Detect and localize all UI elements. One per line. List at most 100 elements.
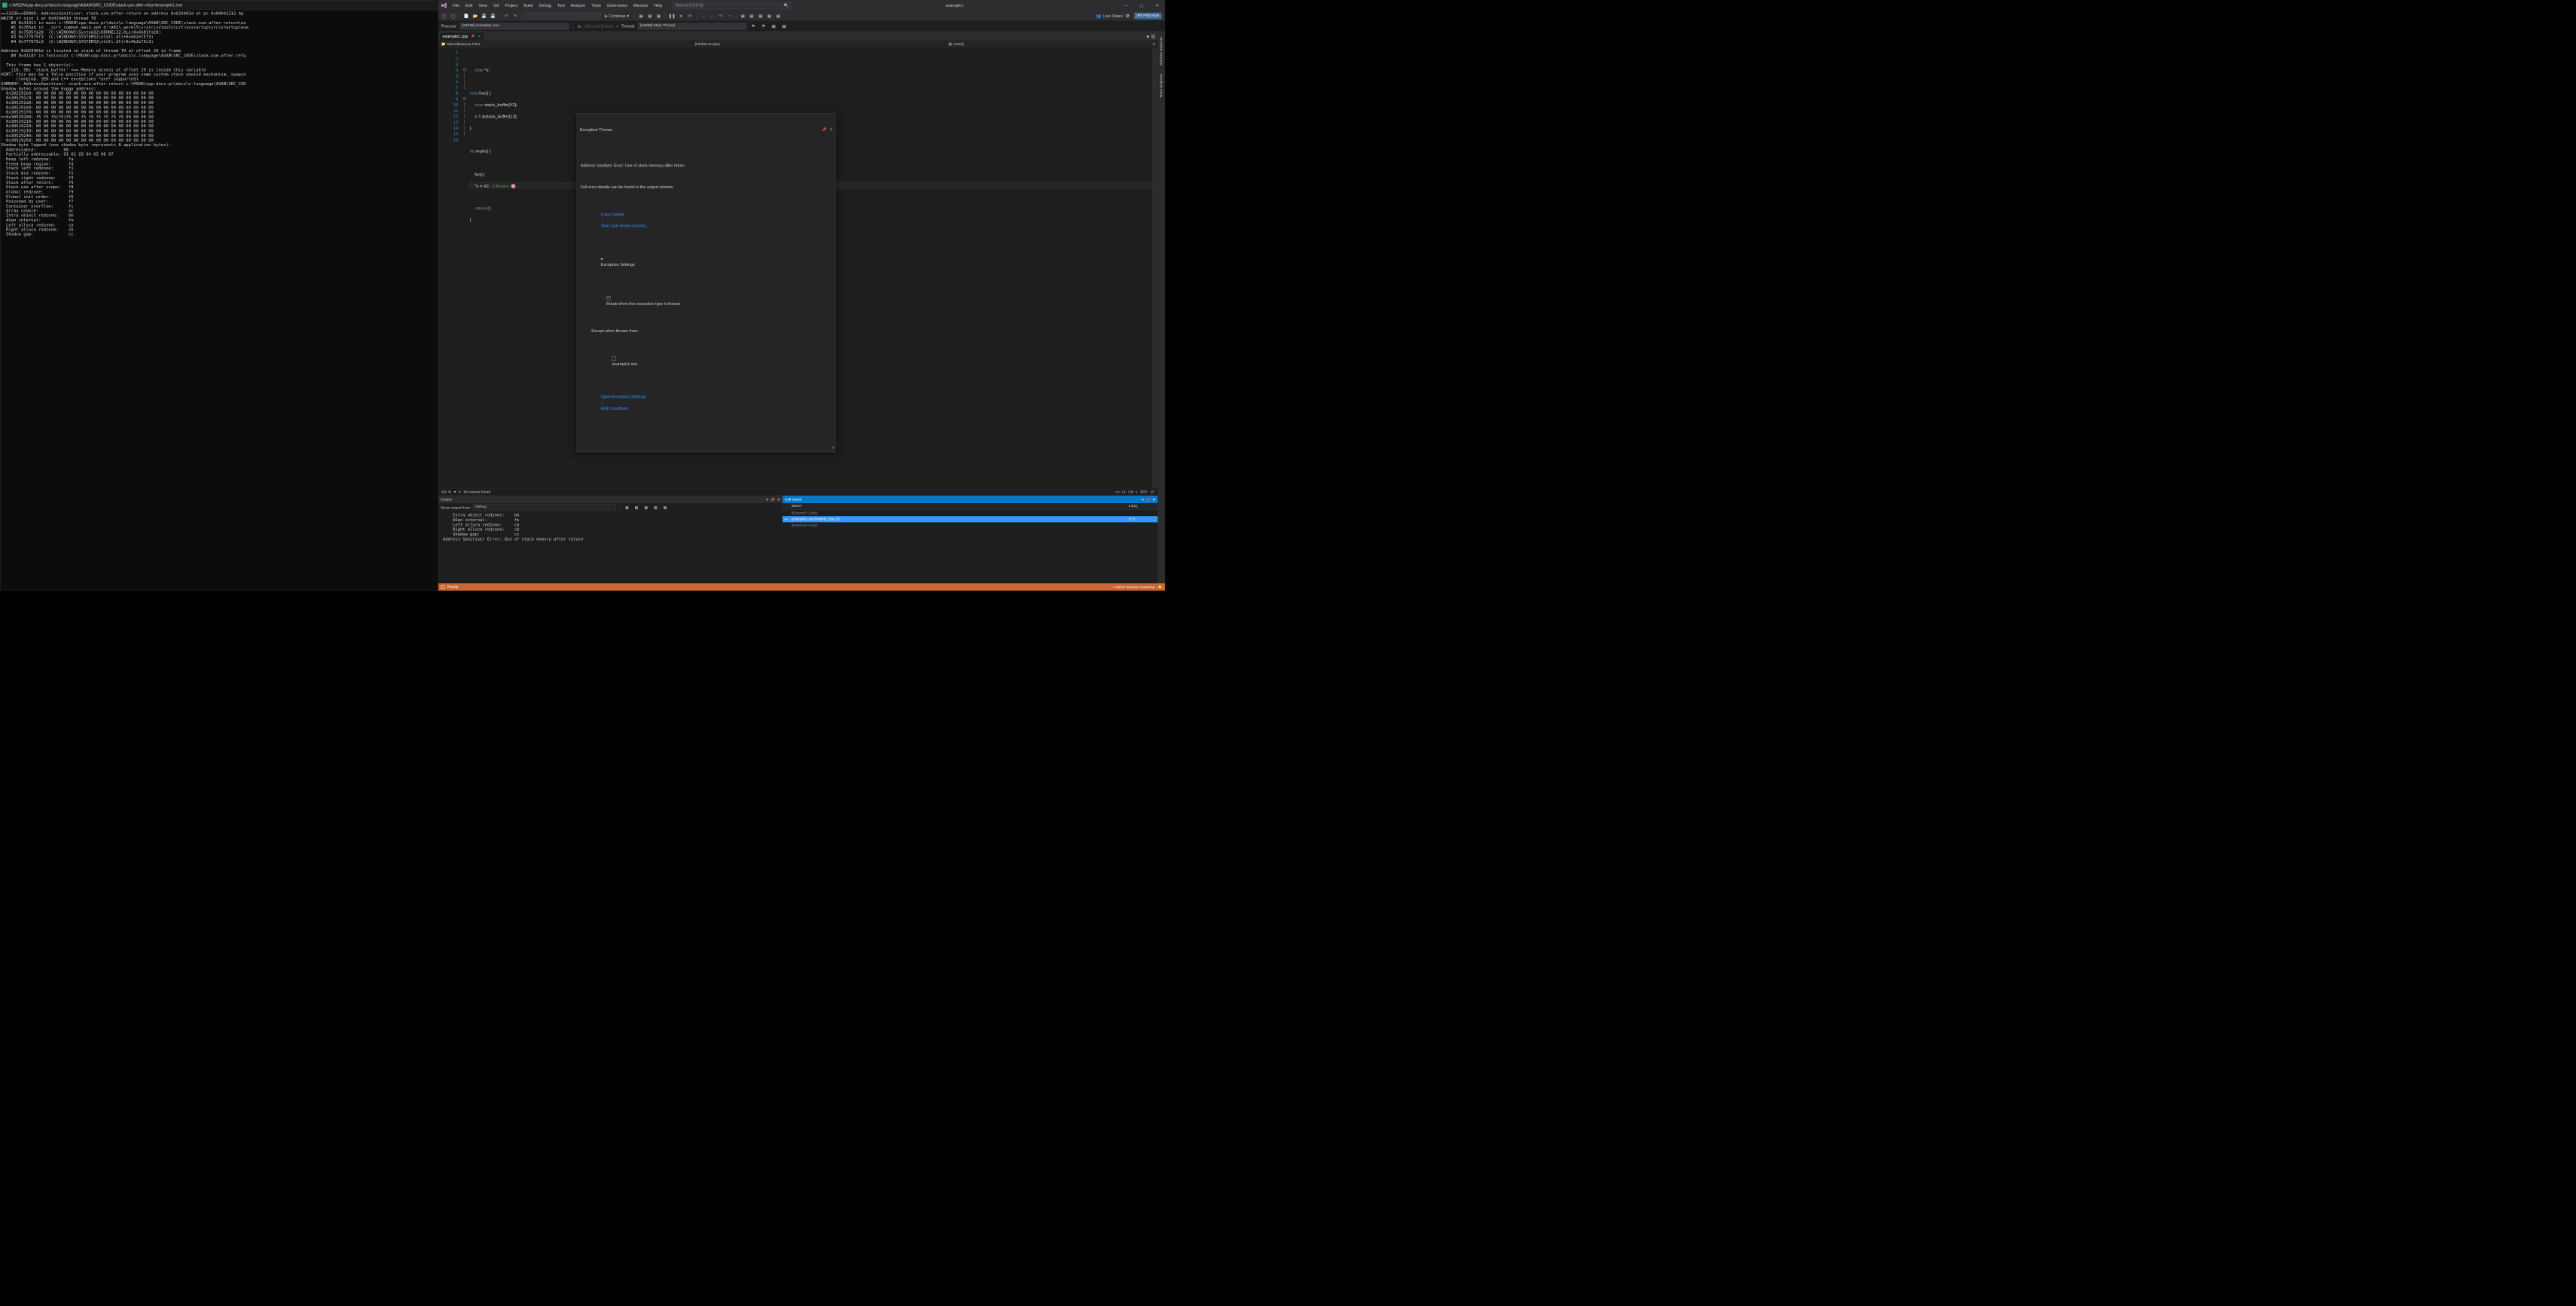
maximize-button[interactable]: ▢: [1134, 1, 1149, 11]
tb-icon-c[interactable]: ▦: [757, 12, 765, 20]
line-indicator[interactable]: Ln: 12: [1116, 490, 1126, 493]
menu-view[interactable]: View: [476, 1, 490, 10]
menu-file[interactable]: File: [450, 1, 462, 10]
cs-row-external2[interactable]: [External Code]: [783, 522, 1158, 528]
menu-project[interactable]: Project: [502, 1, 520, 10]
tb-icon-e[interactable]: ▦: [774, 12, 782, 20]
step-into-icon[interactable]: ↓: [708, 12, 716, 20]
open-exception-settings-link[interactable]: Open Exception Settings: [601, 395, 646, 399]
step-over-icon[interactable]: ↷: [717, 12, 725, 20]
new-item-icon[interactable]: 📄: [462, 12, 470, 20]
copy-details-link[interactable]: Copy Details: [601, 212, 624, 216]
output-tb-2[interactable]: ▦: [633, 504, 640, 511]
resize-grip-icon[interactable]: ◢: [832, 444, 834, 450]
output-dropdown-icon[interactable]: ▾: [766, 497, 768, 502]
save-all-icon[interactable]: 💾: [490, 12, 497, 20]
cs-dropdown-icon[interactable]: ▾: [1142, 497, 1144, 502]
restart-icon[interactable]: ⟳: [686, 12, 694, 20]
lineend-indicator[interactable]: LF: [1150, 490, 1155, 493]
cs-body[interactable]: [External Code] ➡example1.exe!main() Lin…: [783, 510, 1158, 590]
tab-gear-icon[interactable]: ⚙: [1151, 33, 1155, 40]
exception-settings-header[interactable]: Exception Settings: [601, 262, 635, 267]
status-mode-icon[interactable]: [441, 585, 445, 589]
live-share-button[interactable]: 👥 Live Share 🛡: [1094, 14, 1133, 18]
output-tb-5[interactable]: ▦: [661, 504, 669, 511]
indent-indicator[interactable]: SPC: [1140, 490, 1148, 493]
editor-scrollbar[interactable]: [1152, 48, 1158, 487]
stack-frame-icon[interactable]: ▦: [770, 23, 777, 30]
solution-explorer-tab[interactable]: Solution Explorer: [1158, 33, 1164, 69]
char-indicator[interactable]: Ch: 1: [1128, 490, 1137, 493]
close-button[interactable]: ✕: [1149, 1, 1165, 11]
tb-icon-b[interactable]: ▦: [748, 12, 755, 20]
exception-close-icon[interactable]: ✕: [829, 127, 832, 133]
cs-close-icon[interactable]: ✕: [1152, 497, 1155, 502]
menu-build[interactable]: Build: [521, 1, 536, 10]
undo-icon[interactable]: ↶: [502, 12, 510, 20]
process-dropdown[interactable]: [33336] example1.exe: [459, 23, 569, 29]
team-explorer-tab[interactable]: Team Explorer: [1158, 70, 1164, 101]
continue-button[interactable]: ▶Continue▾: [603, 12, 632, 20]
nav-fwd-icon[interactable]: ◯: [450, 12, 457, 20]
console-output[interactable]: ==33336==ERROR: AddressSanitizer: stack-…: [0, 10, 438, 590]
minimize-button[interactable]: —: [1118, 1, 1134, 11]
tab-overflow-icon[interactable]: ▾: [1146, 33, 1149, 40]
error-marker-icon[interactable]: ✕: [511, 184, 515, 188]
glyph-margin[interactable]: [438, 48, 445, 487]
cs-columns[interactable]: Name Lang: [783, 503, 1158, 510]
nav-back-icon[interactable]: ◯: [441, 12, 448, 20]
thread-flag2-icon[interactable]: ⚑: [760, 23, 768, 30]
output-header[interactable]: Output ▾ 📌 ✕: [438, 496, 782, 503]
nav-member-dropdown[interactable]: ▣main(): [946, 42, 1150, 47]
module-checkbox[interactable]: [612, 356, 615, 360]
output-tb-4[interactable]: ▦: [652, 504, 659, 511]
output-pin-icon[interactable]: 📌: [771, 497, 775, 502]
add-source-control-button[interactable]: ↑ Add to Source Control ▴: [1112, 584, 1154, 589]
edit-conditions-link[interactable]: Edit Conditions: [601, 406, 629, 410]
stack-frame2-icon[interactable]: ▦: [780, 23, 788, 30]
solution-platform-dropdown[interactable]: [563, 12, 601, 20]
show-next-icon[interactable]: →: [699, 12, 707, 20]
tb-icon-a[interactable]: ▦: [739, 12, 746, 20]
thread-dropdown[interactable]: [24608] Main Thread: [638, 23, 747, 29]
notifications-icon[interactable]: 🔔: [1158, 584, 1162, 589]
menu-analyze[interactable]: Analyze: [568, 1, 588, 10]
search-box[interactable]: Search (Ctrl+Q) 🔍: [672, 2, 791, 9]
menu-git[interactable]: Git: [491, 1, 502, 10]
output-tb-1[interactable]: ▦: [623, 504, 630, 511]
zoom-chevron-icon[interactable]: ▾: [454, 490, 456, 494]
menu-window[interactable]: Window: [630, 1, 651, 10]
outline-margin[interactable]: ⊟│││ ⊟││││││: [462, 48, 468, 487]
thread-flag-icon[interactable]: ⚑: [749, 23, 757, 30]
code-editor[interactable]: 12345678910111213141516 ⊟│││ ⊟││││││ cha…: [438, 48, 1158, 487]
tb-icon-2[interactable]: ▦: [646, 12, 654, 20]
cs-pin-icon[interactable]: 📌: [1146, 497, 1150, 502]
expand-toggle-icon[interactable]: [600, 258, 603, 260]
save-icon[interactable]: 💾: [481, 12, 488, 20]
code-area[interactable]: char *x; void foo() { char stack_buffer[…: [468, 48, 1152, 487]
col-lang[interactable]: Lang: [1127, 503, 1158, 510]
nav-project-dropdown[interactable]: 📁Miscellaneous Files: [438, 42, 692, 47]
stop-icon[interactable]: ■: [677, 12, 685, 20]
cs-row-external1[interactable]: [External Code]: [783, 510, 1158, 516]
output-close-icon[interactable]: ✕: [777, 497, 780, 502]
issues-label[interactable]: No issues found: [463, 490, 490, 493]
exception-pin-icon[interactable]: 📌: [822, 127, 826, 133]
tb-icon-1[interactable]: ▦: [637, 12, 645, 20]
solution-config-dropdown[interactable]: [525, 12, 563, 20]
live-share-admin-icon[interactable]: 🛡: [1125, 14, 1130, 18]
break-all-icon[interactable]: ❚❚: [668, 12, 676, 20]
tb-icon-d[interactable]: ▦: [765, 12, 773, 20]
show-output-dropdown[interactable]: Debug: [473, 504, 616, 511]
call-stack-header[interactable]: Call Stack ▾ 📌 ✕: [783, 496, 1158, 503]
menu-help[interactable]: Help: [652, 1, 665, 10]
break-checkbox[interactable]: [606, 296, 610, 300]
tb-icon-3[interactable]: ▦: [655, 12, 662, 20]
col-name[interactable]: Name: [789, 503, 1127, 510]
menu-extensions[interactable]: Extensions: [605, 1, 630, 10]
menu-tools[interactable]: Tools: [589, 1, 604, 10]
redo-icon[interactable]: ↷: [511, 12, 519, 20]
output-body[interactable]: Intra object redzone: bb ASan internal: …: [438, 512, 782, 590]
open-icon[interactable]: 📂: [472, 12, 479, 20]
output-tb-3[interactable]: ▦: [642, 504, 650, 511]
